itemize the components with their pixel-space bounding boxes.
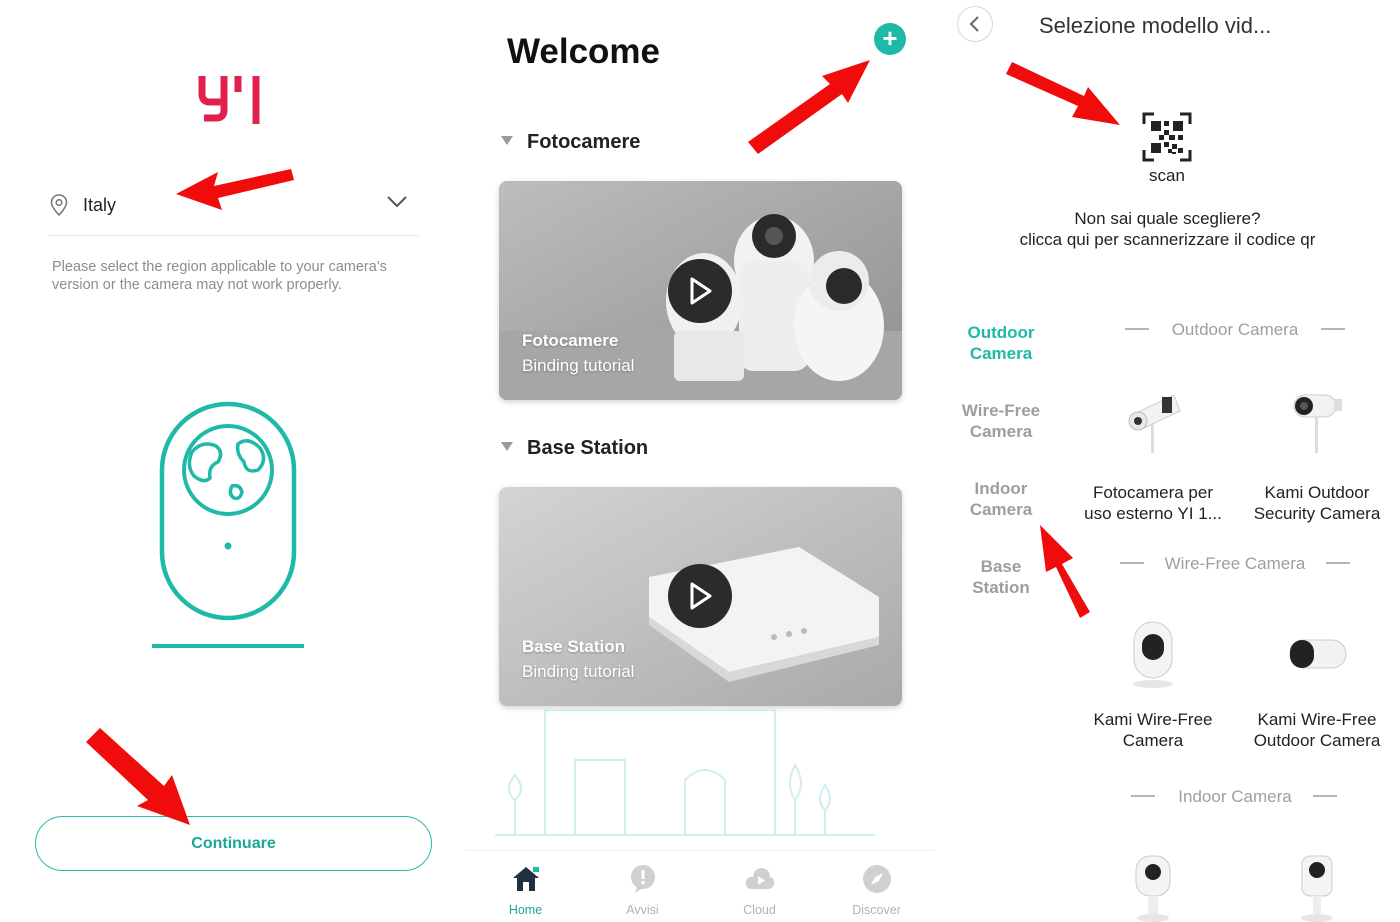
- region-selector[interactable]: Italy: [48, 180, 418, 236]
- wire-free-outdoor-camera-image: [1289, 639, 1347, 669]
- yi-logo: [198, 76, 260, 124]
- city-background-illustration: [495, 709, 875, 836]
- tab-label: Discover: [852, 903, 901, 917]
- sidebar-item-base-station[interactable]: Base Station: [951, 556, 1051, 598]
- section-header-base-station[interactable]: Base Station: [501, 437, 648, 460]
- tab-label: Cloud: [743, 903, 776, 917]
- product-name: Kami Wire-Free: [1257, 710, 1377, 729]
- card-title: Fotocamere: [522, 331, 619, 350]
- card-title: Base Station: [522, 637, 625, 656]
- tab-cloud[interactable]: Cloud: [701, 851, 818, 922]
- globe-camera-illustration: [152, 401, 304, 648]
- tab-discover[interactable]: Discover: [818, 851, 935, 922]
- outdoor-camera-image: [1128, 394, 1181, 453]
- location-pin-icon: [50, 194, 68, 216]
- tab-label: Avvisi: [626, 903, 659, 917]
- back-button[interactable]: [957, 6, 993, 42]
- bottom-tab-bar: Home Avvisi Cloud Discover: [465, 850, 935, 922]
- tab-alerts[interactable]: Avvisi: [584, 851, 701, 922]
- sidebar-item-outdoor-camera[interactable]: Outdoor Camera: [951, 322, 1051, 364]
- home-screen: Welcome + Fotocamere Fotocamere Binding …: [465, 0, 935, 922]
- card-subtitle: Binding tutorial: [522, 356, 635, 375]
- continue-button[interactable]: Continuare: [35, 816, 432, 871]
- scan-hint-line1: Non sai quale scegliere?: [1074, 209, 1261, 228]
- cloud-icon: [745, 868, 775, 889]
- scan-hint-line2[interactable]: clicca qui per scannerizzare il codice q…: [935, 230, 1400, 250]
- section-header-cameras[interactable]: Fotocamere: [501, 131, 640, 154]
- group-header-wire-free-camera: Wire-Free Camera: [1164, 554, 1306, 573]
- sidebar-item-indoor-camera[interactable]: Indoor Camera: [951, 478, 1051, 520]
- chevron-left-icon: [969, 16, 979, 32]
- product-name: Outdoor Camera: [1253, 731, 1381, 750]
- play-icon: [690, 582, 712, 610]
- page-title: Selezione modello vid...: [1039, 13, 1272, 38]
- region-setup-screen: Italy Please select the region applicabl…: [0, 0, 465, 922]
- product-name: Fotocamera per: [1093, 483, 1213, 502]
- home-icon: [513, 867, 539, 891]
- tab-label: Home: [508, 903, 543, 917]
- product-name: Camera: [1122, 731, 1184, 750]
- plus-icon: +: [882, 23, 898, 53]
- group-header-outdoor-camera: Outdoor Camera: [1171, 320, 1299, 339]
- add-device-button[interactable]: +: [874, 23, 906, 55]
- camera-tutorial-card[interactable]: Fotocamere Binding tutorial: [499, 181, 902, 400]
- page-title: Welcome: [507, 32, 661, 71]
- product-name: Security Camera: [1253, 504, 1381, 523]
- outdoor-security-camera-image: [1293, 394, 1342, 453]
- play-icon: [690, 277, 712, 305]
- chevron-down-icon[interactable]: [386, 194, 408, 210]
- indoor-camera-image: [1135, 855, 1171, 922]
- play-button[interactable]: [668, 259, 732, 323]
- scan-label[interactable]: scan: [1117, 166, 1217, 186]
- region-hint: Please select the region applicable to y…: [52, 259, 387, 293]
- qr-scan-icon[interactable]: [1142, 112, 1192, 162]
- sidebar-item-wire-free-camera[interactable]: Wire-Free Camera: [951, 400, 1051, 442]
- compass-icon: [863, 865, 891, 893]
- product-name: uso esterno YI 1...: [1084, 504, 1222, 523]
- indoor-camera-image: [1301, 855, 1333, 922]
- collapse-triangle-icon: [501, 136, 513, 146]
- region-value: Italy: [83, 195, 117, 215]
- card-subtitle: Binding tutorial: [522, 662, 635, 681]
- group-header-indoor-camera: Indoor Camera: [1178, 787, 1292, 806]
- collapse-triangle-icon: [501, 442, 513, 452]
- base-station-tutorial-card[interactable]: Base Station Binding tutorial: [499, 487, 902, 706]
- product-name: Kami Outdoor: [1264, 483, 1370, 502]
- wire-free-camera-image: [1133, 621, 1173, 688]
- alert-icon: [631, 865, 655, 893]
- play-button[interactable]: [668, 564, 732, 628]
- product-name: Kami Wire-Free: [1093, 710, 1213, 729]
- model-selection-screen: Selezione modello vid... scan Non sai qu…: [935, 0, 1400, 922]
- tab-home[interactable]: Home: [467, 851, 584, 922]
